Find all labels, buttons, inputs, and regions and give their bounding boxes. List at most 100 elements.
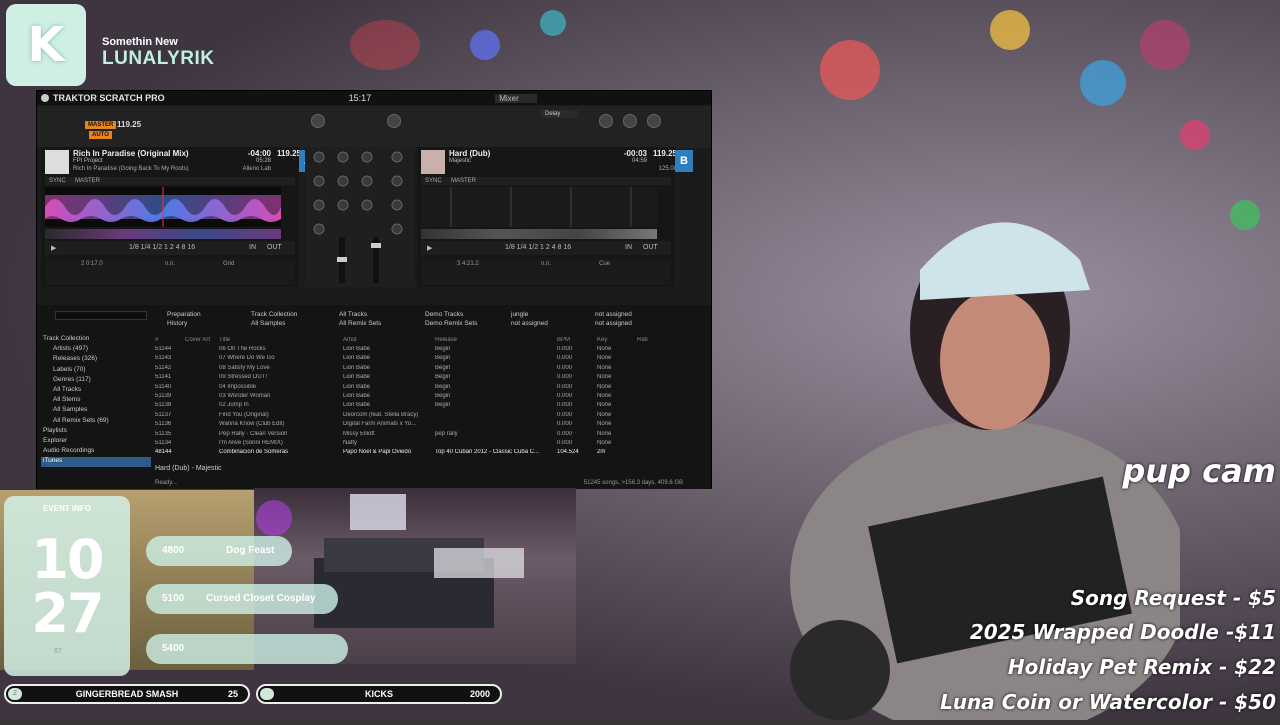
- rate-knob[interactable]: [647, 114, 661, 128]
- favorite-item[interactable]: Demo Tracks: [425, 311, 463, 318]
- favorite-item[interactable]: jungle: [511, 311, 528, 318]
- deck-b-overview[interactable]: [421, 229, 657, 239]
- table-cell: Lion Babe: [343, 364, 371, 371]
- table-row[interactable]: 51144 06 On The Rocks Lion Babe Begin 0.000 N…: [155, 344, 707, 353]
- deck-a-sync-button[interactable]: SYNC: [49, 178, 66, 184]
- favorite-item[interactable]: Preparation: [167, 311, 201, 318]
- column-header[interactable]: Release: [435, 337, 557, 343]
- table-cell: Pep Rally - Clean Version: [219, 430, 288, 437]
- table-cell: 0.000: [557, 393, 573, 400]
- table-cell: 0.000: [557, 346, 573, 353]
- favorites-bar: Preparation Track Collection All Tracks …: [155, 309, 707, 329]
- deck-a-overview[interactable]: [45, 229, 281, 239]
- favorite-item[interactable]: All Tracks: [339, 311, 367, 318]
- deck-b-play-button[interactable]: ▶: [427, 244, 432, 252]
- table-cell: 0.000: [557, 439, 573, 446]
- table-cell: 0.000: [557, 402, 573, 409]
- tree-item-selected[interactable]: iTunes: [41, 457, 151, 468]
- track-browser: Preparation Track Collection All Tracks …: [37, 305, 711, 489]
- fx-select[interactable]: Delay: [541, 110, 579, 118]
- tree-item[interactable]: Releases (326): [41, 355, 151, 365]
- deck-b-out-button[interactable]: OUT: [643, 244, 658, 251]
- filter-knob[interactable]: [599, 114, 613, 128]
- table-row[interactable]: 51139 03 Wonder Woman Lion Babe Begin 0.000 N…: [155, 391, 707, 400]
- table-cell: None: [597, 393, 612, 400]
- master-bpm: 119.25: [117, 120, 142, 129]
- column-header[interactable]: Key: [597, 337, 637, 343]
- tree-item[interactable]: Genres (117): [41, 376, 151, 386]
- tree-item[interactable]: All Stems: [41, 396, 151, 406]
- deck-a-loop-size[interactable]: 1/8 1/4 1/2 1 2 4 8 16: [129, 244, 195, 251]
- table-row[interactable]: 48144 Combinacion de Someras Papo Noel & P…: [155, 448, 707, 457]
- table-row[interactable]: 51136 Wanna Know (Club Edit) Digital Farm …: [155, 420, 707, 429]
- deck-b-transport: ▶ 1/8 1/4 1/2 1 2 4 8 16 IN OUT: [421, 241, 671, 255]
- progress-bar: 2 GINGERBREAD SMASH 25: [4, 684, 250, 704]
- favorite-item[interactable]: not assigned: [595, 311, 632, 318]
- favorite-item[interactable]: Track Collection: [251, 311, 297, 318]
- table-cell: None: [597, 355, 612, 362]
- favorite-item[interactable]: All Remix Sets: [339, 320, 381, 327]
- master-button[interactable]: MASTER: [85, 121, 117, 129]
- deck-b-master-button[interactable]: MASTER: [451, 178, 476, 184]
- table-row[interactable]: 51138 02 Jump In Lion Babe Begin 0.000 None: [155, 401, 707, 410]
- column-header[interactable]: Cover Art: [185, 337, 219, 343]
- deck-a-waveform[interactable]: [45, 187, 281, 227]
- deck-b-in-button[interactable]: IN: [625, 244, 632, 251]
- tree-item[interactable]: All Tracks: [41, 386, 151, 396]
- deck-a-master-button[interactable]: MASTER: [75, 178, 100, 184]
- mixer-mode-select[interactable]: Mixer: [495, 93, 537, 103]
- table-cell: None: [597, 383, 612, 390]
- table-row[interactable]: 51142 08 Satisfy My Love Lion Babe Begin 0.0…: [155, 363, 707, 372]
- favorite-item[interactable]: All Samples: [251, 320, 285, 327]
- tree-item[interactable]: Playlists: [41, 427, 151, 437]
- brand-name: LUNALYRIK: [102, 48, 215, 69]
- column-header[interactable]: BPM: [557, 337, 597, 343]
- deck-b-sync-button[interactable]: SYNC: [425, 178, 442, 184]
- deck-b-letter[interactable]: B: [675, 150, 693, 172]
- deck-b-loop-size[interactable]: 1/8 1/4 1/2 1 2 4 8 16: [505, 244, 571, 251]
- table-cell: 51134: [155, 439, 172, 446]
- fx-knob-2[interactable]: [387, 114, 401, 128]
- fx-knob[interactable]: [311, 114, 325, 128]
- table-row[interactable]: 51141 09 Stressed OUT! Lion Babe Begin 0.000…: [155, 373, 707, 382]
- table-cell: 0.000: [557, 374, 573, 381]
- deck-b-title: Hard (Dub): [449, 149, 491, 158]
- search-input[interactable]: [55, 311, 147, 320]
- deck-b-waveform[interactable]: [421, 187, 657, 227]
- tree-item[interactable]: Explorer: [41, 437, 151, 447]
- deck-a-mode[interactable]: Grid: [223, 261, 234, 267]
- table-row[interactable]: 51143 07 Where Do We Go Lion Babe Begin 0.00…: [155, 354, 707, 363]
- deck-b-mode[interactable]: Cue: [599, 261, 610, 267]
- tree-item[interactable]: All Remix Sets (69): [41, 417, 151, 427]
- tree-item[interactable]: Labels (70): [41, 366, 151, 376]
- tree-item[interactable]: Audio Recordings: [41, 447, 151, 457]
- column-header[interactable]: Artist: [343, 337, 435, 343]
- table-row[interactable]: 51137 Find You (Original) Deorcom (feat. S…: [155, 410, 707, 419]
- table-cell: Wanna Know (Club Edit): [219, 421, 285, 428]
- favorite-item[interactable]: not assigned: [511, 320, 548, 327]
- table-row[interactable]: 51140 04 Impossible Lion Babe Begin 0.000 Non…: [155, 382, 707, 391]
- column-header[interactable]: #: [155, 337, 185, 343]
- deck-a-out-button[interactable]: OUT: [267, 244, 282, 251]
- table-cell: Begin: [435, 383, 451, 390]
- deck-a-play-button[interactable]: ▶: [51, 244, 56, 252]
- tree-item[interactable]: All Samples: [41, 406, 151, 416]
- deck-b-sync-row: SYNC MASTER: [421, 177, 671, 185]
- table-cell: Lion Babe: [343, 383, 371, 390]
- freq-knob[interactable]: [623, 114, 637, 128]
- table-cell: 08 Satisfy My Love: [219, 364, 270, 371]
- column-header[interactable]: Rati: [637, 337, 657, 343]
- favorite-item[interactable]: History: [167, 320, 187, 327]
- deck-a-in-button[interactable]: IN: [249, 244, 256, 251]
- table-row[interactable]: 51135 Pep Rally - Clean Version Missy Elli…: [155, 429, 707, 438]
- tree-item[interactable]: Artists (497): [41, 345, 151, 355]
- favorite-item[interactable]: Demo Remix Sets: [425, 320, 477, 327]
- goal-item: 5400: [146, 634, 348, 664]
- tree-item[interactable]: Track Collection: [41, 335, 151, 345]
- table-row[interactable]: 51134 I'm Alive (Sonni REMIX) Natty 0.000 No…: [155, 438, 707, 447]
- table-cell: Top 40 Cuban 2012 - Classic Cuba C...: [435, 449, 540, 456]
- auto-button[interactable]: AUTO: [89, 131, 112, 139]
- progress-bar: KICKS 2000: [256, 684, 502, 704]
- column-header[interactable]: Title: [219, 337, 343, 343]
- favorite-item[interactable]: not assigned: [595, 320, 632, 327]
